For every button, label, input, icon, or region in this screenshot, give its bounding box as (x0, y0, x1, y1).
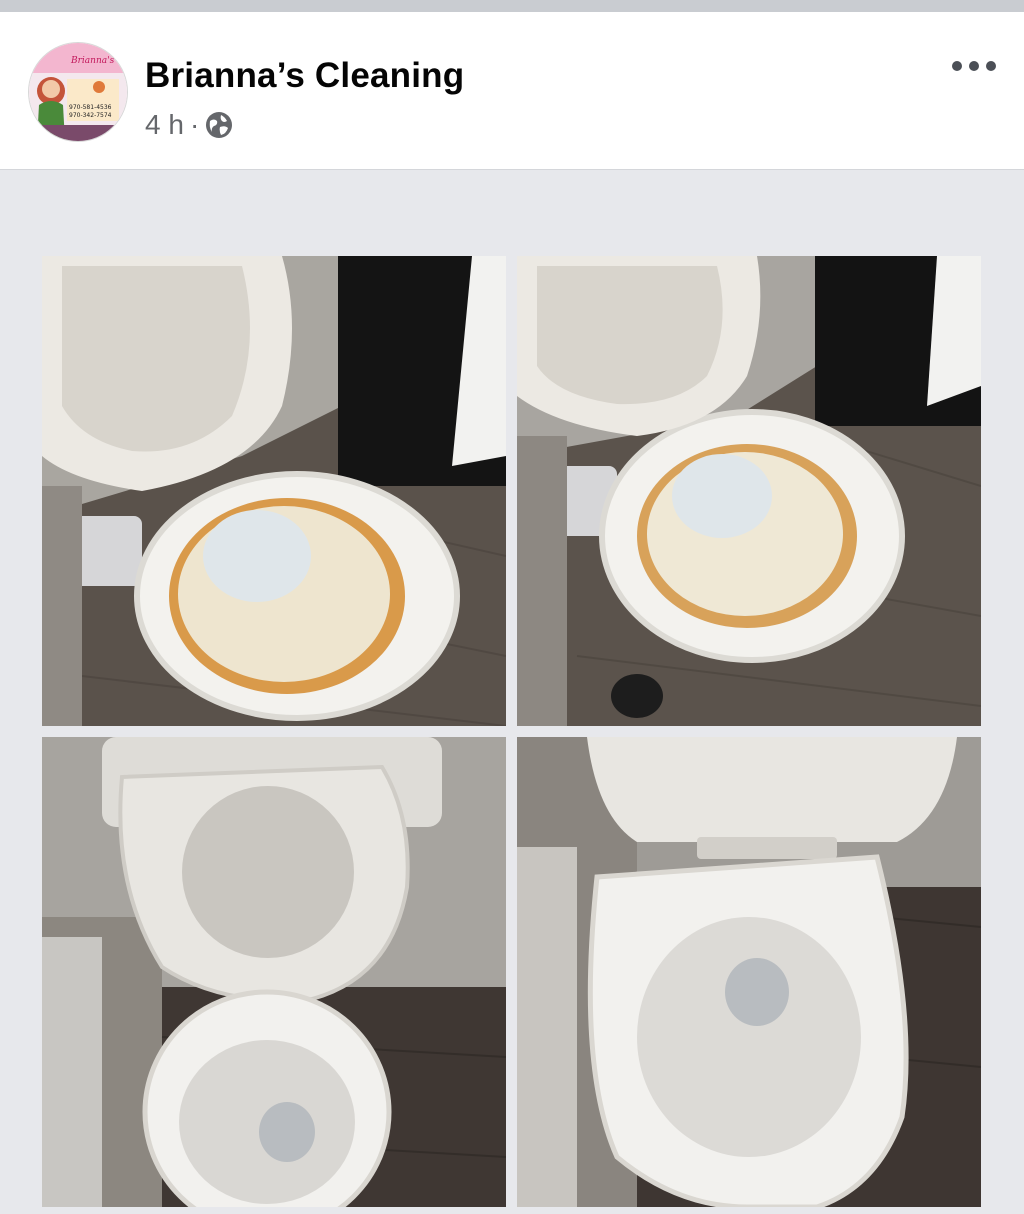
before-photo-1[interactable] (42, 256, 506, 726)
page-name-link[interactable]: Brianna’s Cleaning (145, 56, 464, 96)
avatar-logo-image: Brianna's Cleaning 970-581-4536 970-342-… (29, 43, 127, 141)
page-avatar[interactable]: Brianna's Cleaning 970-581-4536 970-342-… (28, 42, 128, 142)
top-divider (0, 0, 1024, 12)
svg-text:970-581-4536: 970-581-4536 (69, 104, 112, 111)
post-timestamp[interactable]: 4 h (145, 109, 184, 141)
post-meta: 4 h · (145, 108, 233, 142)
after-photo-2[interactable] (517, 737, 981, 1207)
post-photo-grid (0, 170, 1024, 1214)
post-header: Brianna's Cleaning 970-581-4536 970-342-… (0, 12, 1024, 170)
svg-text:970-342-7574: 970-342-7574 (69, 112, 112, 119)
after-photo-1[interactable] (42, 737, 506, 1207)
svg-text:Brianna's Cleaning: Brianna's Cleaning (70, 56, 127, 66)
globe-icon[interactable] (205, 111, 233, 139)
meta-separator: · (189, 109, 200, 140)
more-options-icon[interactable] (952, 56, 996, 76)
before-photo-2[interactable] (517, 256, 981, 726)
